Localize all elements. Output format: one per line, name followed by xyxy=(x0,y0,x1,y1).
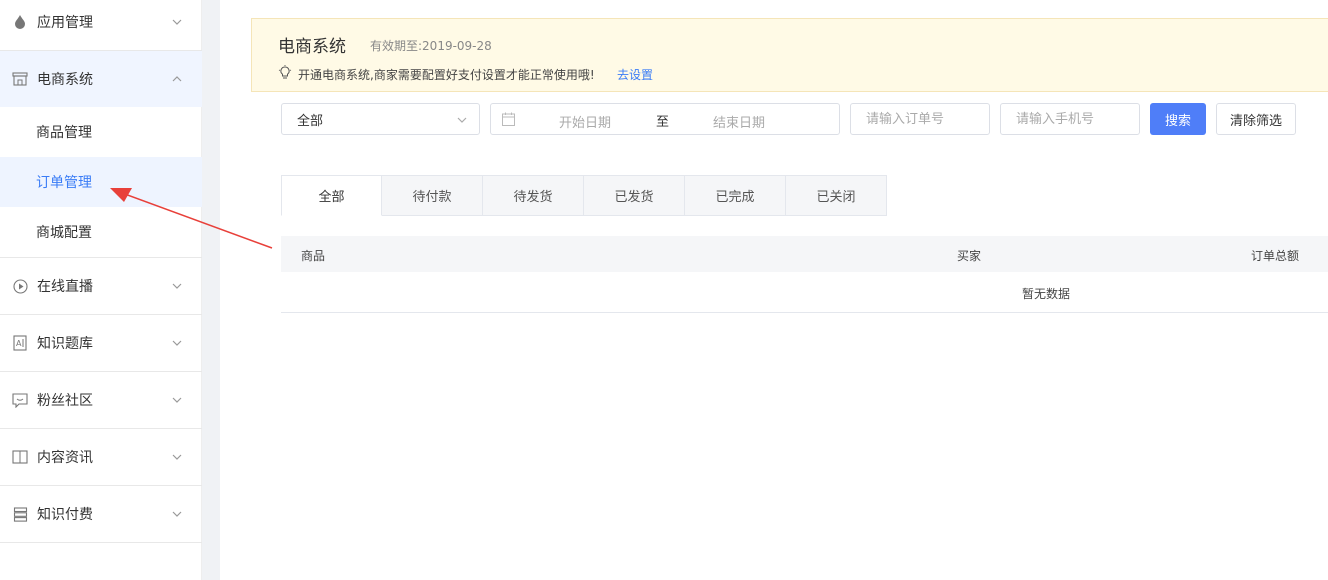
notice-expire: 有效期至:2019-09-28 xyxy=(370,39,492,53)
nav-group-apps: 应用管理 xyxy=(0,0,202,51)
nav-group-live: 在线直播 xyxy=(0,258,202,315)
chat-icon xyxy=(12,392,28,408)
tab-completed[interactable]: 已完成 xyxy=(685,175,786,216)
nav-label-community: 粉丝社区 xyxy=(37,393,93,409)
end-date-input[interactable]: 结束日期 xyxy=(713,112,765,131)
nav-group-community: 粉丝社区 xyxy=(0,372,202,429)
nav-label-paid: 知识付费 xyxy=(37,507,93,523)
empty-state-text: 暂无数据 xyxy=(1022,287,1071,301)
annotation-arrow xyxy=(110,188,273,249)
start-date-input[interactable]: 开始日期 xyxy=(559,112,611,131)
column-header-total: 订单总额 xyxy=(1251,249,1300,263)
nav-head-paid[interactable]: 知识付费 xyxy=(0,486,202,542)
clear-filters-button[interactable]: 清除筛选 xyxy=(1216,103,1296,135)
nav-group-content: 内容资讯 xyxy=(0,429,202,486)
column-header-buyer: 买家 xyxy=(957,249,982,263)
book-icon xyxy=(12,449,28,465)
nav-head-ecommerce[interactable]: 电商系统 xyxy=(0,51,202,107)
tab-pending-payment[interactable]: 待付款 xyxy=(382,175,483,216)
tab-shipped[interactable]: 已发货 xyxy=(584,175,685,216)
chevron-down-icon xyxy=(172,19,182,25)
calendar-icon xyxy=(502,112,515,126)
nav-label-quiz: 知识题库 xyxy=(37,336,93,352)
chevron-down-icon xyxy=(172,511,182,517)
layout-gutter xyxy=(202,0,220,580)
chevron-down-icon xyxy=(457,117,467,123)
phone-number-input[interactable] xyxy=(1000,103,1140,135)
order-number-input[interactable] xyxy=(850,103,990,135)
chevron-up-icon xyxy=(172,76,182,82)
table-empty-row: 暂无数据 xyxy=(281,272,1328,313)
order-status-tabs: 全部 待付款 待发货 已发货 已完成 已关闭 xyxy=(281,175,887,216)
notice-tip: 开通电商系统,商家需要配置好支付设置才能正常使用哦! xyxy=(298,68,595,82)
date-range-picker[interactable]: 开始日期 至 结束日期 xyxy=(490,103,840,135)
nav-head-content[interactable]: 内容资讯 xyxy=(0,429,202,485)
nav-label-apps: 应用管理 xyxy=(37,15,93,31)
sidebar-item-products[interactable]: 商品管理 xyxy=(0,107,202,157)
nav-head-apps[interactable]: 应用管理 xyxy=(0,0,202,50)
nav-label-content: 内容资讯 xyxy=(37,450,93,466)
svg-text:A: A xyxy=(16,339,22,348)
nav-group-quiz: A 知识题库 xyxy=(0,315,202,372)
store-icon xyxy=(12,71,28,87)
status-select[interactable]: 全部 xyxy=(281,103,480,135)
drop-icon xyxy=(12,14,28,30)
goto-settings-link[interactable]: 去设置 xyxy=(617,66,653,83)
sidebar: 应用管理 电商系统 商品管理 订单管理 商城配置 在线直播 A 知识题库 粉丝社… xyxy=(0,0,202,580)
table-header: 商品 买家 订单总额 xyxy=(281,236,1328,272)
tab-all[interactable]: 全部 xyxy=(281,175,382,216)
nav-label-ecommerce: 电商系统 xyxy=(37,72,93,88)
tab-closed[interactable]: 已关闭 xyxy=(786,175,887,216)
nav-head-community[interactable]: 粉丝社区 xyxy=(0,372,202,428)
notice-banner: 电商系统 有效期至:2019-09-28 开通电商系统,商家需要配置好支付设置才… xyxy=(251,18,1328,92)
search-button[interactable]: 搜索 xyxy=(1150,103,1206,135)
nav-head-quiz[interactable]: A 知识题库 xyxy=(0,315,202,371)
chevron-down-icon xyxy=(172,397,182,403)
chevron-down-icon xyxy=(172,283,182,289)
stack-icon xyxy=(12,506,28,522)
nav-head-live[interactable]: 在线直播 xyxy=(0,258,202,314)
nav-group-paid: 知识付费 xyxy=(0,486,202,543)
play-icon xyxy=(12,278,28,294)
lightbulb-icon xyxy=(278,65,292,79)
chevron-down-icon xyxy=(172,454,182,460)
chevron-down-icon xyxy=(172,340,182,346)
notice-title: 电商系统 xyxy=(278,37,346,57)
date-range-separator: 至 xyxy=(656,115,670,130)
tab-pending-shipment[interactable]: 待发货 xyxy=(483,175,584,216)
nav-label-live: 在线直播 xyxy=(37,279,93,295)
column-header-product: 商品 xyxy=(301,249,326,263)
status-select-value: 全部 xyxy=(297,113,324,129)
quiz-icon: A xyxy=(12,335,28,351)
